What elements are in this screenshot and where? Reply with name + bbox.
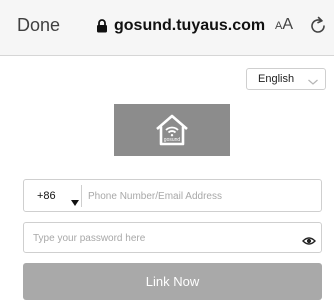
browser-toolbar: Done gosund.tuyaus.com AA <box>0 0 334 56</box>
logo-text: gosund <box>164 137 181 143</box>
password-field <box>23 222 322 253</box>
dropdown-arrow-icon[interactable] <box>71 193 79 211</box>
address-bar[interactable]: gosund.tuyaus.com <box>96 14 265 38</box>
reload-icon[interactable] <box>309 15 327 40</box>
account-input[interactable] <box>88 184 313 208</box>
eye-icon[interactable] <box>302 233 316 251</box>
text-size-small-glyph: A <box>275 20 283 32</box>
text-size-button[interactable]: AA <box>275 16 293 34</box>
password-input[interactable] <box>33 227 283 249</box>
done-button[interactable]: Done <box>17 15 60 36</box>
text-size-big-glyph: A <box>282 16 294 33</box>
address-domain: gosund.tuyaus.com <box>114 17 266 34</box>
country-code-select[interactable]: +86 <box>37 190 56 202</box>
account-field: +86 <box>23 179 322 212</box>
lock-icon <box>96 19 108 33</box>
country-code-divider <box>81 185 82 207</box>
language-selected: English <box>258 73 295 85</box>
chevron-down-icon <box>307 74 319 92</box>
language-select[interactable]: English <box>246 68 326 90</box>
gosund-logo: gosund <box>114 104 230 156</box>
link-now-button[interactable]: Link Now <box>23 263 322 300</box>
house-wifi-logo-icon: gosund <box>156 114 188 146</box>
